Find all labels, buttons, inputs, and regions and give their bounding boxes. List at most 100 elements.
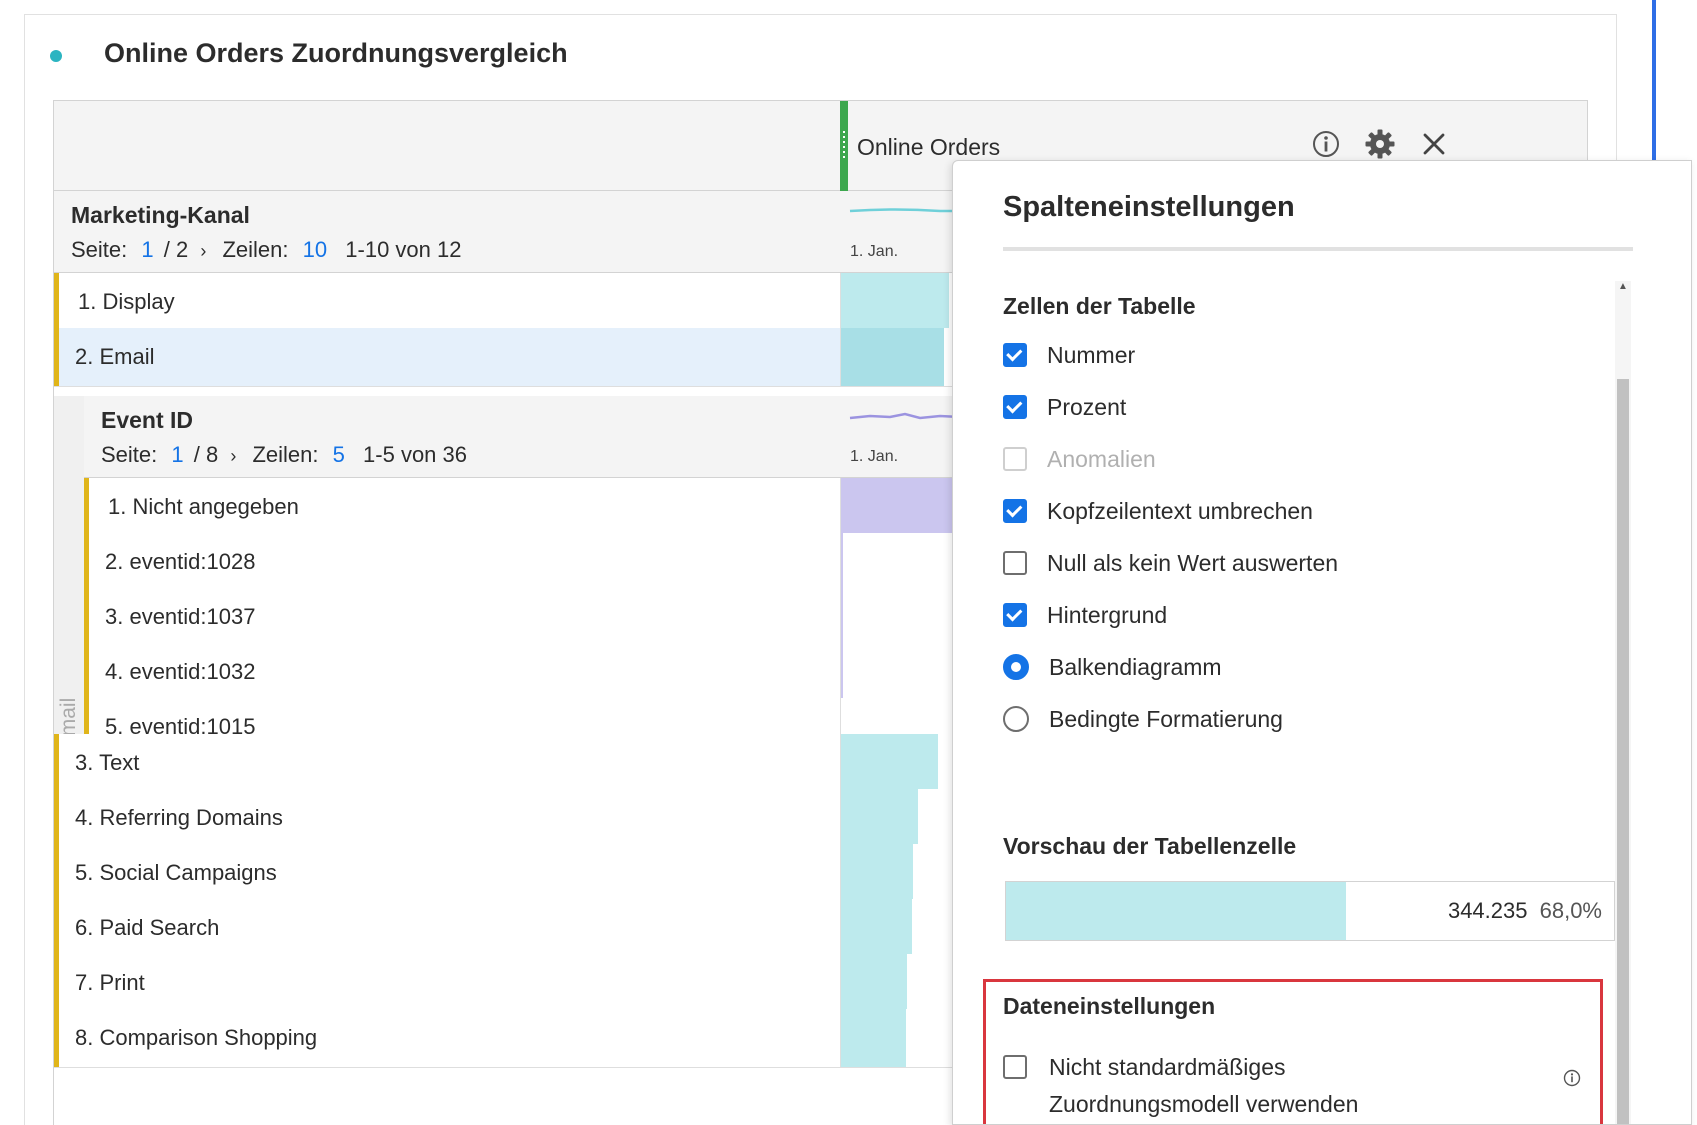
row-label[interactable]: 4. Referring Domains xyxy=(75,805,283,831)
metric-bar xyxy=(841,789,918,847)
row-label[interactable]: 5. Social Campaigns xyxy=(75,860,277,886)
option-null-als-kein-wert-auswerten[interactable]: Null als kein Wert auswerten xyxy=(1003,548,1338,578)
row-label[interactable]: 6. Paid Search xyxy=(75,915,219,941)
checkbox[interactable] xyxy=(1003,551,1027,575)
nondefault-attribution-option[interactable]: Nicht standardmäßiges Zuordnungsmodell v… xyxy=(1003,1049,1479,1123)
dimension-title[interactable]: Event ID xyxy=(101,407,193,434)
metric-bar xyxy=(841,734,938,792)
option-balkendiagramm[interactable]: Balkendiagramm xyxy=(1003,652,1222,682)
row-label[interactable]: 1. Nicht angegeben xyxy=(108,494,299,520)
rows-per-page-link[interactable]: 5 xyxy=(333,442,345,467)
metric-bar xyxy=(841,1009,906,1067)
gear-icon[interactable] xyxy=(1363,127,1397,161)
rows-per-page-link[interactable]: 10 xyxy=(303,237,327,262)
row-indicator xyxy=(54,1009,59,1067)
option-kopfzeilentext-umbrechen[interactable]: Kopfzeilentext umbrechen xyxy=(1003,496,1313,526)
table-row[interactable]: 2. Email xyxy=(54,328,840,387)
nondefault-attribution-checkbox[interactable] xyxy=(1003,1055,1027,1079)
close-icon[interactable] xyxy=(1417,127,1451,161)
metric-cell[interactable] xyxy=(840,734,960,793)
row-label[interactable]: 2. eventid:1028 xyxy=(105,549,255,575)
table-row[interactable]: 6. Paid Search xyxy=(54,899,840,958)
option-prozent[interactable]: Prozent xyxy=(1003,392,1126,422)
row-range: 1-10 von 12 xyxy=(345,237,462,262)
metric-cell[interactable] xyxy=(840,899,960,958)
page-current-link[interactable]: 1 xyxy=(141,237,153,262)
page-current-link[interactable]: 1 xyxy=(171,442,183,467)
divider xyxy=(1003,247,1633,251)
dimension-header-event: Event ID Seite: 1 / 8 › Zeilen: 5 1-5 vo… xyxy=(84,396,840,478)
metric-cell[interactable] xyxy=(840,273,960,332)
nested-breakdown-label: Email xyxy=(57,697,80,751)
next-page-icon[interactable]: › xyxy=(230,446,236,466)
table-row[interactable]: 4. eventid:1032 xyxy=(84,643,840,702)
rows-label: Zeilen: xyxy=(222,237,289,262)
option-hintergrund[interactable]: Hintergrund xyxy=(1003,600,1167,630)
scroll-up-icon[interactable]: ▲ xyxy=(1618,281,1628,292)
page-label: Seite: xyxy=(71,237,128,262)
option-label: Anomalien xyxy=(1047,445,1156,472)
metric-cell[interactable] xyxy=(840,328,960,387)
metric-column-title[interactable]: Online Orders xyxy=(857,134,1000,161)
metric-cell[interactable] xyxy=(840,643,960,702)
table-row[interactable]: 1. Display xyxy=(54,273,840,332)
table-row[interactable]: 3. eventid:1037 xyxy=(84,588,840,647)
checkbox[interactable] xyxy=(1003,499,1027,523)
page-total: / 2 xyxy=(163,237,189,262)
row-label[interactable]: 3. eventid:1037 xyxy=(105,604,255,630)
row-label[interactable]: 4. eventid:1032 xyxy=(105,659,255,685)
row-label[interactable]: 3. Text xyxy=(75,750,139,776)
preview-percent: 68,0% xyxy=(1539,898,1602,923)
row-label[interactable]: 7. Print xyxy=(75,970,145,996)
table-row[interactable]: 7. Print xyxy=(54,954,840,1013)
checkbox[interactable] xyxy=(1003,603,1027,627)
table-row[interactable]: 8. Comparison Shopping xyxy=(54,1009,840,1068)
info-icon[interactable] xyxy=(1309,127,1343,161)
metric-cell[interactable] xyxy=(840,533,960,592)
row-label[interactable]: 8. Comparison Shopping xyxy=(75,1025,317,1051)
metric-cell[interactable] xyxy=(840,588,960,647)
data-settings-heading: Dateneinstellungen xyxy=(1003,993,1216,1019)
table-row[interactable]: 5. Social Campaigns xyxy=(54,844,840,903)
metric-bar xyxy=(841,643,843,701)
metric-bar xyxy=(841,954,907,1012)
scrollbar-thumb[interactable] xyxy=(1617,379,1629,1124)
row-label[interactable]: 1. Display xyxy=(78,289,175,315)
rows-label: Zeilen: xyxy=(252,442,319,467)
checkbox xyxy=(1003,447,1027,471)
metric-cell[interactable] xyxy=(840,844,960,903)
page-scroll-indicator[interactable] xyxy=(1652,0,1656,160)
row-indicator xyxy=(84,533,89,591)
metric-cell[interactable] xyxy=(840,1009,960,1068)
metric-cell[interactable] xyxy=(840,954,960,1013)
table-row[interactable]: 2. eventid:1028 xyxy=(84,533,840,592)
panel-title: Online Orders Zuordnungsvergleich xyxy=(104,38,568,68)
sparkline-date: 1. Jan. xyxy=(850,243,899,260)
column-drag-handle[interactable] xyxy=(840,101,848,191)
table-row[interactable]: 1. Nicht angegeben xyxy=(84,478,840,537)
row-label[interactable]: 2. Email xyxy=(75,344,154,370)
row-indicator xyxy=(54,844,59,902)
table-row[interactable]: 3. Text xyxy=(54,734,840,793)
nondefault-attribution-label: Nicht standardmäßiges Zuordnungsmodell v… xyxy=(1049,1054,1359,1117)
radio-button[interactable] xyxy=(1003,706,1029,732)
next-page-icon[interactable]: › xyxy=(200,241,206,261)
table-cell-preview: 344.235 68,0% xyxy=(1005,881,1615,941)
info-icon[interactable] xyxy=(1563,1069,1581,1087)
metric-cell[interactable] xyxy=(840,789,960,848)
option-anomalien: Anomalien xyxy=(1003,444,1156,474)
metric-cell[interactable] xyxy=(840,478,960,537)
option-label: Nummer xyxy=(1047,341,1136,368)
radio-button[interactable] xyxy=(1003,654,1029,680)
table-row[interactable]: 4. Referring Domains xyxy=(54,789,840,848)
checkbox[interactable] xyxy=(1003,343,1027,367)
option-bedingte-formatierung[interactable]: Bedingte Formatierung xyxy=(1003,704,1283,734)
checkbox[interactable] xyxy=(1003,395,1027,419)
option-label: Balkendiagramm xyxy=(1049,653,1222,680)
dimension-title[interactable]: Marketing-Kanal xyxy=(71,202,250,229)
row-indicator xyxy=(54,273,59,331)
option-nummer[interactable]: Nummer xyxy=(1003,340,1135,370)
page-label: Seite: xyxy=(101,442,158,467)
row-indicator xyxy=(54,734,59,792)
row-range: 1-5 von 36 xyxy=(363,442,467,467)
